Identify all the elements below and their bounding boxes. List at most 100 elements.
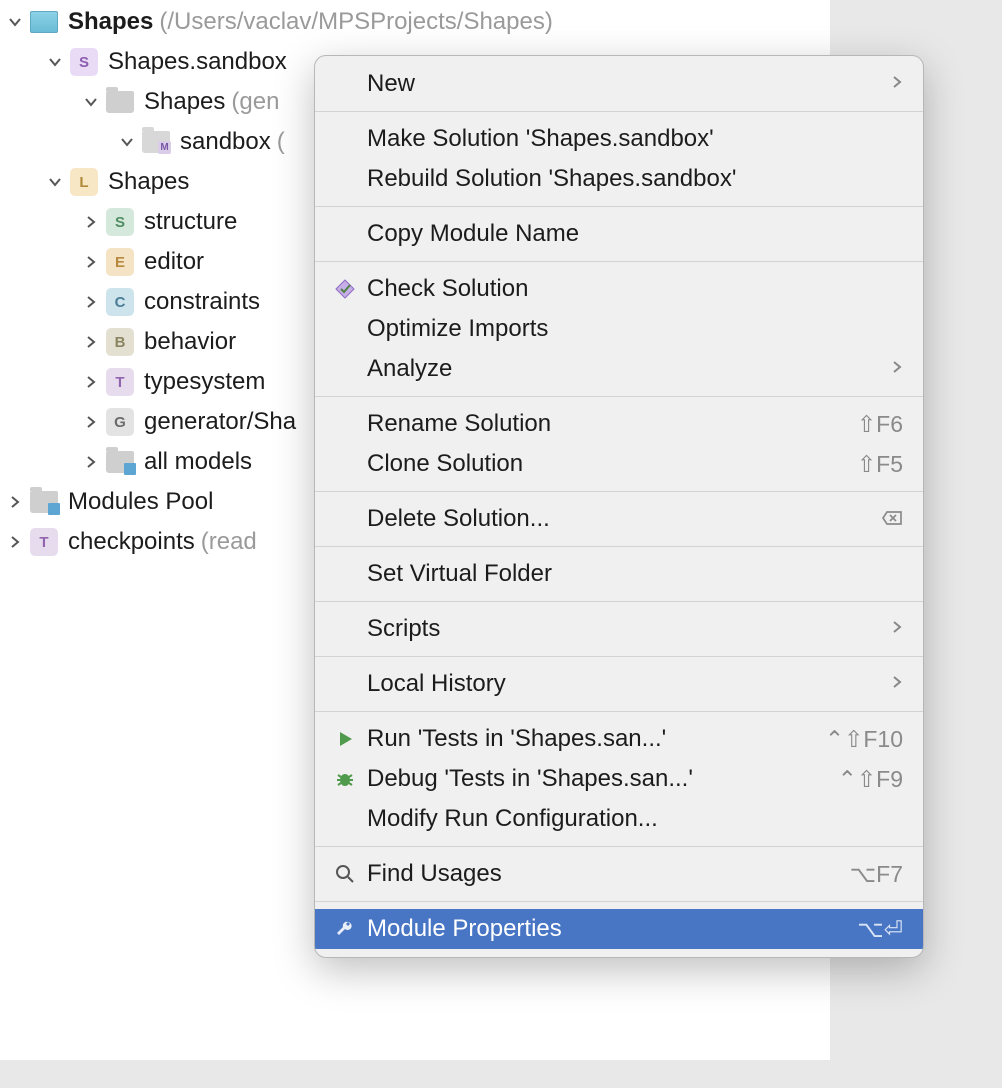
expand-arrow-icon[interactable] xyxy=(40,174,70,190)
menu-rename[interactable]: Rename Solution ⇧F6 xyxy=(315,404,923,444)
tree-label: Shapes xyxy=(68,8,153,36)
behavior-icon: B xyxy=(106,328,134,356)
project-icon xyxy=(30,11,58,33)
tree-note: (read xyxy=(201,528,257,556)
expand-arrow-icon[interactable] xyxy=(76,94,106,110)
menu-label: Find Usages xyxy=(367,860,850,888)
menu-label: New xyxy=(367,70,891,98)
model-folder-icon: M xyxy=(142,131,170,153)
menu-label: Check Solution xyxy=(367,275,903,303)
checkpoints-icon: T xyxy=(30,528,58,556)
menu-label: Module Properties xyxy=(367,915,857,943)
tree-label: checkpoints xyxy=(68,528,195,556)
run-icon xyxy=(329,730,361,748)
menu-label: Delete Solution... xyxy=(367,505,881,533)
menu-optimize[interactable]: Optimize Imports xyxy=(315,309,923,349)
menu-debug[interactable]: Debug 'Tests in 'Shapes.san...' ⌃⇧F9 xyxy=(315,759,923,799)
menu-label: Make Solution 'Shapes.sandbox' xyxy=(367,125,903,153)
menu-separator xyxy=(315,491,923,492)
bug-icon xyxy=(329,769,361,789)
menu-label: Rebuild Solution 'Shapes.sandbox' xyxy=(367,165,903,193)
menu-label: Run 'Tests in 'Shapes.san...' xyxy=(367,725,825,753)
menu-setfolder[interactable]: Set Virtual Folder xyxy=(315,554,923,594)
wrench-icon xyxy=(329,919,361,939)
menu-label: Optimize Imports xyxy=(367,315,903,343)
search-icon xyxy=(329,864,361,884)
menu-label: Rename Solution xyxy=(367,410,857,438)
menu-run[interactable]: Run 'Tests in 'Shapes.san...' ⌃⇧F10 xyxy=(315,719,923,759)
tree-note: (gen xyxy=(231,88,279,116)
menu-delete[interactable]: Delete Solution... xyxy=(315,499,923,539)
chevron-right-icon xyxy=(891,619,903,640)
collapse-arrow-icon[interactable] xyxy=(76,254,106,270)
menu-find-usages[interactable]: Find Usages ⌥F7 xyxy=(315,854,923,894)
menu-new[interactable]: New xyxy=(315,64,923,104)
collapse-arrow-icon[interactable] xyxy=(76,294,106,310)
expand-arrow-icon[interactable] xyxy=(40,54,70,70)
menu-history[interactable]: Local History xyxy=(315,664,923,704)
menu-label: Analyze xyxy=(367,355,891,383)
menu-label: Local History xyxy=(367,670,891,698)
expand-arrow-icon[interactable] xyxy=(112,134,142,150)
menu-label: Scripts xyxy=(367,615,891,643)
menu-analyze[interactable]: Analyze xyxy=(315,349,923,389)
solution-icon: S xyxy=(70,48,98,76)
tree-label: all models xyxy=(144,448,252,476)
delete-key-icon xyxy=(881,506,903,533)
collapse-arrow-icon[interactable] xyxy=(0,494,30,510)
tree-label: Modules Pool xyxy=(68,488,213,516)
menu-label: Debug 'Tests in 'Shapes.san...' xyxy=(367,765,838,793)
tree-label: generator/Sha xyxy=(144,408,296,436)
constraints-icon: C xyxy=(106,288,134,316)
tree-label: editor xyxy=(144,248,204,276)
menu-separator xyxy=(315,601,923,602)
collapse-arrow-icon[interactable] xyxy=(76,214,106,230)
menu-separator xyxy=(315,111,923,112)
editor-icon: E xyxy=(106,248,134,276)
menu-make[interactable]: Make Solution 'Shapes.sandbox' xyxy=(315,119,923,159)
menu-shortcut: ⇧F5 xyxy=(857,451,903,478)
collapse-arrow-icon[interactable] xyxy=(76,334,106,350)
tree-root-row[interactable]: Shapes (/Users/vaclav/MPSProjects/Shapes… xyxy=(0,2,830,42)
menu-label: Set Virtual Folder xyxy=(367,560,903,588)
collapse-arrow-icon[interactable] xyxy=(76,454,106,470)
menu-separator xyxy=(315,711,923,712)
menu-shortcut: ⌥F7 xyxy=(850,861,903,888)
tree-label: Shapes.sandbox xyxy=(108,48,287,76)
check-icon xyxy=(329,278,361,300)
menu-separator xyxy=(315,656,923,657)
chevron-right-icon xyxy=(891,359,903,380)
menu-rebuild[interactable]: Rebuild Solution 'Shapes.sandbox' xyxy=(315,159,923,199)
modules-pool-icon xyxy=(30,491,58,513)
tree-label: Shapes xyxy=(144,88,225,116)
tree-label: Shapes xyxy=(108,168,189,196)
menu-scripts[interactable]: Scripts xyxy=(315,609,923,649)
menu-separator xyxy=(315,546,923,547)
all-models-icon xyxy=(106,451,134,473)
collapse-arrow-icon[interactable] xyxy=(76,374,106,390)
collapse-arrow-icon[interactable] xyxy=(76,414,106,430)
menu-copy-name[interactable]: Copy Module Name xyxy=(315,214,923,254)
typesystem-icon: T xyxy=(106,368,134,396)
tree-label: structure xyxy=(144,208,237,236)
chevron-right-icon xyxy=(891,674,903,695)
menu-shortcut: ⇧F6 xyxy=(857,411,903,438)
expand-arrow-icon[interactable] xyxy=(0,14,30,30)
chevron-right-icon xyxy=(891,74,903,95)
menu-separator xyxy=(315,206,923,207)
menu-label: Clone Solution xyxy=(367,450,857,478)
menu-module-properties[interactable]: Module Properties ⌥⏎ xyxy=(315,909,923,949)
menu-shortcut: ⌥⏎ xyxy=(857,916,903,943)
menu-separator xyxy=(315,846,923,847)
menu-modify-run[interactable]: Modify Run Configuration... xyxy=(315,799,923,839)
tree-label: typesystem xyxy=(144,368,265,396)
menu-check[interactable]: Check Solution xyxy=(315,269,923,309)
menu-separator xyxy=(315,261,923,262)
structure-icon: S xyxy=(106,208,134,236)
tree-path: (/Users/vaclav/MPSProjects/Shapes) xyxy=(159,8,552,36)
menu-separator xyxy=(315,901,923,902)
menu-separator xyxy=(315,396,923,397)
menu-clone[interactable]: Clone Solution ⇧F5 xyxy=(315,444,923,484)
tree-label: constraints xyxy=(144,288,260,316)
collapse-arrow-icon[interactable] xyxy=(0,534,30,550)
